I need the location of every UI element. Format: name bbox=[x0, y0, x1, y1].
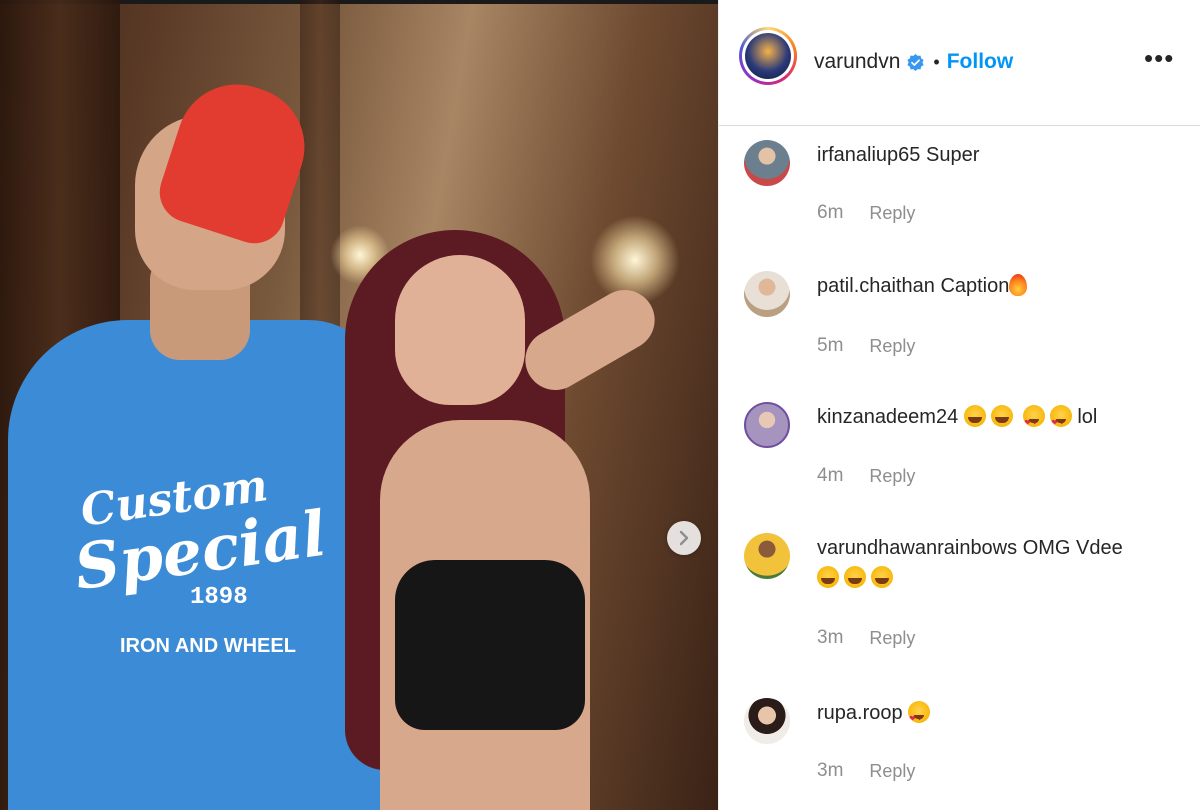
comment-meta: 4m Reply bbox=[817, 465, 915, 487]
author-username[interactable]: varundvn bbox=[814, 50, 900, 74]
comment-avatar[interactable] bbox=[744, 140, 790, 186]
separator-dot: • bbox=[933, 51, 940, 72]
comment-body: OMG Vdee bbox=[1022, 537, 1123, 559]
comment-body: Super bbox=[925, 144, 980, 166]
post-photo[interactable]: Custom Special 1898 IRON AND WHEEL bbox=[0, 0, 718, 810]
shirt-text-year: 1898 bbox=[190, 584, 248, 611]
joy-emoji-icon bbox=[990, 405, 1013, 427]
chevron-right-icon bbox=[679, 530, 689, 546]
comment-timestamp[interactable]: 6m bbox=[817, 202, 843, 224]
shirt-text-line4: IRON AND WHEEL bbox=[120, 635, 296, 657]
comment-body: Caption bbox=[940, 275, 1010, 297]
comment-meta: 5m Reply bbox=[817, 335, 915, 357]
comment-avatar[interactable] bbox=[744, 271, 790, 317]
shirt-print: Custom Special 1898 IRON AND WHEEL bbox=[70, 460, 330, 690]
comment-meta: 3m Reply bbox=[817, 627, 915, 649]
comments-panel: varundvn • Follow ••• irfanaliup65 Super… bbox=[718, 0, 1200, 810]
comment-text: irfanaliup65 Super bbox=[817, 140, 1187, 170]
comment-meta: 6m Reply bbox=[817, 202, 915, 224]
author-avatar-image bbox=[745, 33, 791, 79]
reply-button[interactable]: Reply bbox=[869, 628, 915, 649]
comment-text: patil.chaithan Caption bbox=[817, 271, 1187, 301]
comment-body: lol bbox=[1077, 406, 1098, 428]
comment-timestamp[interactable]: 5m bbox=[817, 335, 843, 357]
comment-username[interactable]: patil.chaithan bbox=[817, 275, 935, 297]
comment-text: varundhawanrainbows OMG Vdee bbox=[817, 533, 1187, 593]
woman-black-top bbox=[395, 560, 585, 730]
carousel-next-button[interactable] bbox=[667, 521, 701, 555]
verified-badge-icon bbox=[907, 53, 924, 71]
joy-emoji-icon bbox=[817, 566, 839, 588]
heart-eyes-emoji-icon bbox=[908, 701, 931, 734]
comment-username[interactable]: rupa.roop bbox=[817, 702, 903, 724]
comment-timestamp[interactable]: 3m bbox=[817, 760, 843, 782]
joy-emoji-icon bbox=[844, 566, 866, 588]
heart-eyes-emoji-icon bbox=[1050, 405, 1073, 438]
comment-meta: 3m Reply bbox=[817, 760, 915, 782]
reply-button[interactable]: Reply bbox=[869, 466, 915, 487]
comment-text: kinzanadeem24 lol bbox=[817, 402, 1187, 438]
comment-username[interactable]: irfanaliup65 bbox=[817, 144, 920, 166]
comment-username[interactable]: kinzanadeem24 bbox=[817, 406, 958, 428]
reply-button[interactable]: Reply bbox=[869, 203, 915, 224]
reply-button[interactable]: Reply bbox=[869, 761, 915, 782]
reply-button[interactable]: Reply bbox=[869, 336, 915, 357]
joy-emoji-icon bbox=[871, 566, 893, 588]
comment-timestamp[interactable]: 3m bbox=[817, 627, 843, 649]
author-avatar[interactable] bbox=[739, 27, 797, 85]
author-info: varundvn • Follow bbox=[814, 50, 1013, 74]
comment-avatar[interactable] bbox=[744, 533, 790, 579]
heart-eyes-emoji-icon bbox=[1023, 405, 1046, 438]
joy-emoji-icon bbox=[963, 405, 986, 427]
fire-emoji-icon bbox=[1009, 274, 1028, 296]
comment-text: rupa.roop bbox=[817, 698, 1187, 734]
comment-timestamp[interactable]: 4m bbox=[817, 465, 843, 487]
comment-avatar[interactable] bbox=[744, 402, 790, 448]
follow-button[interactable]: Follow bbox=[947, 50, 1014, 74]
comment-avatar[interactable] bbox=[744, 698, 790, 744]
post-header: varundvn • Follow ••• bbox=[719, 0, 1200, 126]
woman-face bbox=[395, 255, 525, 405]
more-options-button[interactable]: ••• bbox=[1144, 45, 1174, 71]
comment-username[interactable]: varundhawanrainbows bbox=[817, 537, 1017, 559]
